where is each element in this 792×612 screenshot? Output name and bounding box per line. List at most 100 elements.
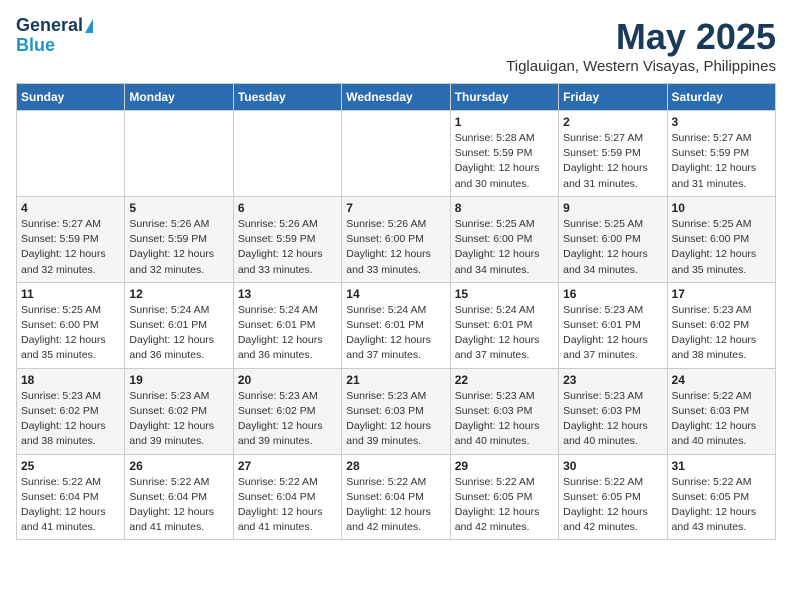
day-info: Sunrise: 5:25 AM Sunset: 6:00 PM Dayligh… — [21, 303, 120, 364]
calendar-cell: 15Sunrise: 5:24 AM Sunset: 6:01 PM Dayli… — [450, 282, 558, 368]
calendar-week-row: 1Sunrise: 5:28 AM Sunset: 5:59 PM Daylig… — [17, 111, 776, 197]
calendar-cell: 13 Sunrise: 5:24 AM Sunset: 6:01 PM Dayli… — [233, 282, 341, 368]
weekday-header-wednesday: Wednesday — [342, 84, 450, 111]
calendar-cell: 12 Sunrise: 5:24 AM Sunset: 6:01 PM Dayli… — [125, 282, 233, 368]
calendar-cell: 11 Sunrise: 5:25 AM Sunset: 6:00 PM Dayli… — [17, 282, 125, 368]
calendar-cell: 14Sunrise: 5:24 AM Sunset: 6:01 PM Dayli… — [342, 282, 450, 368]
day-number: 5 — [129, 201, 228, 215]
day-info: Sunrise: 5:22 AM Sunset: 6:05 PM Dayligh… — [672, 475, 771, 536]
day-number: 3 — [672, 115, 771, 129]
calendar-cell: 6Sunrise: 5:26 AM Sunset: 5:59 PM Daylig… — [233, 196, 341, 282]
weekday-header-thursday: Thursday — [450, 84, 558, 111]
calendar-table: SundayMondayTuesdayWednesdayThursdayFrid… — [16, 83, 776, 540]
calendar-cell: 9 Sunrise: 5:25 AM Sunset: 6:00 PM Daylig… — [559, 196, 667, 282]
calendar-cell: 17 Sunrise: 5:23 AM Sunset: 6:02 PM Dayli… — [667, 282, 775, 368]
calendar-week-row: 11 Sunrise: 5:25 AM Sunset: 6:00 PM Dayli… — [17, 282, 776, 368]
calendar-header-row: SundayMondayTuesdayWednesdayThursdayFrid… — [17, 84, 776, 111]
calendar-cell: 18 Sunrise: 5:23 AM Sunset: 6:02 PM Dayli… — [17, 368, 125, 454]
day-number: 19 — [129, 373, 228, 387]
day-info: Sunrise: 5:23 AM Sunset: 6:01 PM Dayligh… — [563, 303, 662, 364]
day-info: Sunrise: 5:27 AM Sunset: 5:59 PM Dayligh… — [672, 131, 771, 192]
day-info: Sunrise: 5:23 AM Sunset: 6:02 PM Dayligh… — [672, 303, 771, 364]
calendar-cell: 20 Sunrise: 5:23 AM Sunset: 6:02 PM Dayli… — [233, 368, 341, 454]
calendar-cell — [233, 111, 341, 197]
calendar-cell: 22Sunrise: 5:23 AM Sunset: 6:03 PM Dayli… — [450, 368, 558, 454]
day-number: 25 — [21, 459, 120, 473]
day-number: 28 — [346, 459, 445, 473]
day-number: 11 — [21, 287, 120, 301]
calendar-cell: 29 Sunrise: 5:22 AM Sunset: 6:05 PM Dayli… — [450, 454, 558, 540]
day-number: 9 — [563, 201, 662, 215]
day-info: Sunrise: 5:23 AM Sunset: 6:02 PM Dayligh… — [238, 389, 337, 450]
day-info: Sunrise: 5:22 AM Sunset: 6:04 PM Dayligh… — [238, 475, 337, 536]
day-number: 30 — [563, 459, 662, 473]
day-info: Sunrise: 5:22 AM Sunset: 6:04 PM Dayligh… — [129, 475, 228, 536]
calendar-cell: 2 Sunrise: 5:27 AM Sunset: 5:59 PM Daylig… — [559, 111, 667, 197]
day-number: 18 — [21, 373, 120, 387]
logo-text-general: General — [16, 16, 83, 36]
day-number: 27 — [238, 459, 337, 473]
calendar-cell: 5 Sunrise: 5:26 AM Sunset: 5:59 PM Daylig… — [125, 196, 233, 282]
day-number: 29 — [455, 459, 554, 473]
day-info: Sunrise: 5:27 AM Sunset: 5:59 PM Dayligh… — [21, 217, 120, 278]
calendar-cell — [125, 111, 233, 197]
day-info: Sunrise: 5:25 AM Sunset: 6:00 PM Dayligh… — [563, 217, 662, 278]
weekday-header-tuesday: Tuesday — [233, 84, 341, 111]
calendar-cell — [342, 111, 450, 197]
calendar-cell: 25 Sunrise: 5:22 AM Sunset: 6:04 PM Dayli… — [17, 454, 125, 540]
day-number: 16 — [563, 287, 662, 301]
day-info: Sunrise: 5:23 AM Sunset: 6:03 PM Dayligh… — [563, 389, 662, 450]
day-info: Sunrise: 5:22 AM Sunset: 6:05 PM Dayligh… — [455, 475, 554, 536]
day-number: 13 — [238, 287, 337, 301]
calendar-cell: 28Sunrise: 5:22 AM Sunset: 6:04 PM Dayli… — [342, 454, 450, 540]
calendar-cell: 27 Sunrise: 5:22 AM Sunset: 6:04 PM Dayli… — [233, 454, 341, 540]
day-number: 21 — [346, 373, 445, 387]
day-info: Sunrise: 5:23 AM Sunset: 6:03 PM Dayligh… — [455, 389, 554, 450]
day-number: 12 — [129, 287, 228, 301]
logo-text-blue: Blue — [16, 36, 55, 56]
calendar-week-row: 18 Sunrise: 5:23 AM Sunset: 6:02 PM Dayli… — [17, 368, 776, 454]
calendar-cell: 4Sunrise: 5:27 AM Sunset: 5:59 PM Daylig… — [17, 196, 125, 282]
day-info: Sunrise: 5:24 AM Sunset: 6:01 PM Dayligh… — [238, 303, 337, 364]
day-info: Sunrise: 5:23 AM Sunset: 6:02 PM Dayligh… — [21, 389, 120, 450]
day-number: 24 — [672, 373, 771, 387]
day-number: 23 — [563, 373, 662, 387]
day-number: 14 — [346, 287, 445, 301]
calendar-cell: 24Sunrise: 5:22 AM Sunset: 6:03 PM Dayli… — [667, 368, 775, 454]
day-info: Sunrise: 5:23 AM Sunset: 6:03 PM Dayligh… — [346, 389, 445, 450]
weekday-header-saturday: Saturday — [667, 84, 775, 111]
page-header: General Blue May 2025 Tiglauigan, Wester… — [16, 16, 776, 75]
logo: General Blue — [16, 16, 93, 56]
month-title: May 2025 — [506, 16, 776, 58]
day-info: Sunrise: 5:26 AM Sunset: 5:59 PM Dayligh… — [238, 217, 337, 278]
day-info: Sunrise: 5:22 AM Sunset: 6:05 PM Dayligh… — [563, 475, 662, 536]
day-info: Sunrise: 5:27 AM Sunset: 5:59 PM Dayligh… — [563, 131, 662, 192]
day-number: 7 — [346, 201, 445, 215]
day-info: Sunrise: 5:24 AM Sunset: 6:01 PM Dayligh… — [455, 303, 554, 364]
calendar-cell: 30 Sunrise: 5:22 AM Sunset: 6:05 PM Dayli… — [559, 454, 667, 540]
day-number: 1 — [455, 115, 554, 129]
day-number: 8 — [455, 201, 554, 215]
title-block: May 2025 Tiglauigan, Western Visayas, Ph… — [506, 16, 776, 75]
calendar-cell: 7Sunrise: 5:26 AM Sunset: 6:00 PM Daylig… — [342, 196, 450, 282]
day-info: Sunrise: 5:24 AM Sunset: 6:01 PM Dayligh… — [129, 303, 228, 364]
calendar-cell: 26 Sunrise: 5:22 AM Sunset: 6:04 PM Dayli… — [125, 454, 233, 540]
day-info: Sunrise: 5:25 AM Sunset: 6:00 PM Dayligh… — [455, 217, 554, 278]
calendar-cell: 19Sunrise: 5:23 AM Sunset: 6:02 PM Dayli… — [125, 368, 233, 454]
location-title: Tiglauigan, Western Visayas, Philippines — [506, 58, 776, 75]
calendar-week-row: 4Sunrise: 5:27 AM Sunset: 5:59 PM Daylig… — [17, 196, 776, 282]
day-info: Sunrise: 5:25 AM Sunset: 6:00 PM Dayligh… — [672, 217, 771, 278]
day-number: 2 — [563, 115, 662, 129]
calendar-cell: 23 Sunrise: 5:23 AM Sunset: 6:03 PM Dayli… — [559, 368, 667, 454]
day-number: 10 — [672, 201, 771, 215]
day-number: 20 — [238, 373, 337, 387]
weekday-header-monday: Monday — [125, 84, 233, 111]
calendar-cell: 10 Sunrise: 5:25 AM Sunset: 6:00 PM Dayli… — [667, 196, 775, 282]
calendar-cell: 16 Sunrise: 5:23 AM Sunset: 6:01 PM Dayli… — [559, 282, 667, 368]
calendar-week-row: 25 Sunrise: 5:22 AM Sunset: 6:04 PM Dayli… — [17, 454, 776, 540]
calendar-cell: 1Sunrise: 5:28 AM Sunset: 5:59 PM Daylig… — [450, 111, 558, 197]
day-number: 17 — [672, 287, 771, 301]
day-number: 26 — [129, 459, 228, 473]
day-info: Sunrise: 5:26 AM Sunset: 5:59 PM Dayligh… — [129, 217, 228, 278]
day-info: Sunrise: 5:22 AM Sunset: 6:04 PM Dayligh… — [21, 475, 120, 536]
